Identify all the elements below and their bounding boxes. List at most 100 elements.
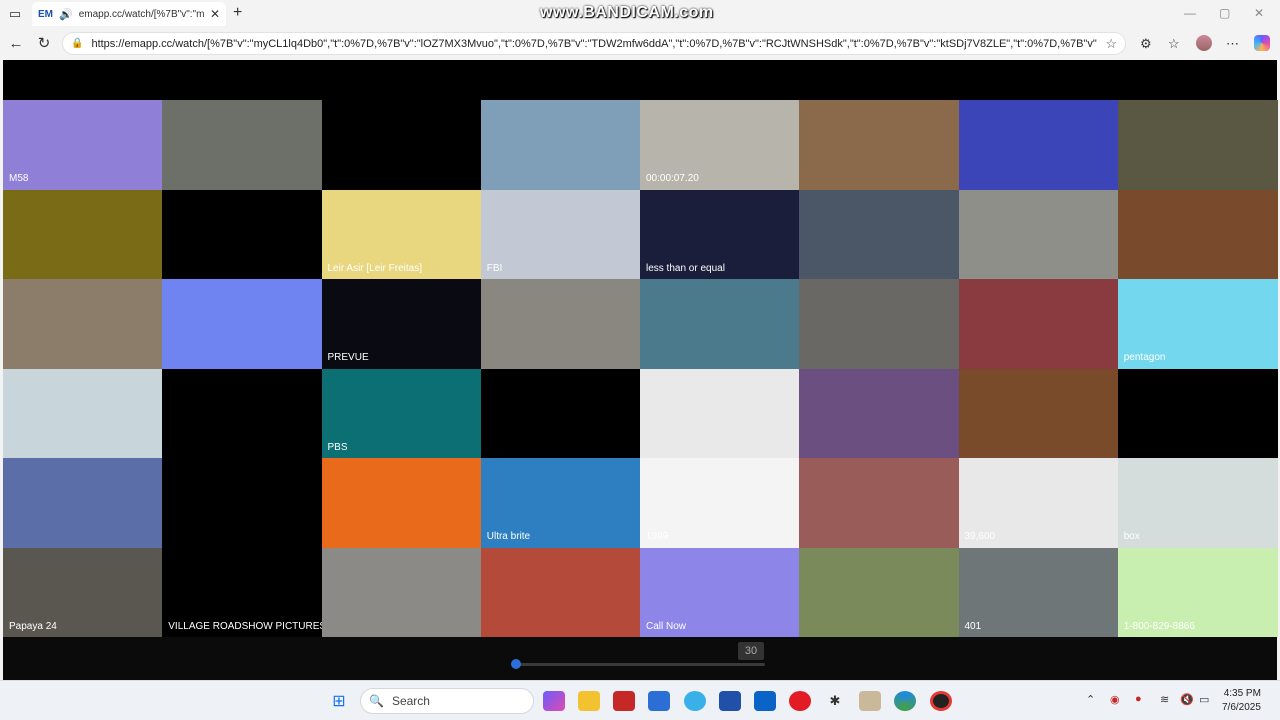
taskbar-search[interactable]: 🔍 Search — [360, 688, 534, 714]
video-tile[interactable] — [799, 547, 960, 638]
minimize-icon[interactable]: — — [1184, 6, 1196, 20]
video-tile[interactable]: Ultra brite — [480, 458, 641, 548]
favorites-icon[interactable]: ☆ — [1168, 36, 1180, 52]
file-explorer-icon[interactable] — [578, 691, 600, 711]
video-tile[interactable]: FBI — [480, 189, 641, 280]
video-tile[interactable] — [958, 279, 1119, 369]
video-tile[interactable]: PBS — [321, 368, 482, 459]
copilot-app-icon[interactable] — [543, 691, 565, 711]
video-tile[interactable] — [799, 368, 960, 459]
video-tile[interactable] — [3, 189, 163, 280]
video-tile[interactable]: Leir Asir [Leir Freitas] — [321, 189, 482, 280]
media-app-icon[interactable] — [859, 691, 881, 711]
video-tile[interactable] — [1117, 368, 1278, 459]
video-tile[interactable]: VILLAGE ROADSHOW PICTURES — [162, 547, 323, 638]
copilot-icon[interactable] — [1254, 35, 1270, 51]
video-tile[interactable] — [480, 279, 641, 369]
video-tile[interactable] — [3, 368, 163, 459]
opera-icon[interactable] — [789, 691, 811, 711]
maximize-icon[interactable]: ▢ — [1219, 6, 1230, 20]
video-tile[interactable] — [321, 100, 482, 190]
app-tray-icon[interactable]: ● — [1135, 693, 1142, 705]
browser-tab[interactable]: EM 🔊 emapp.cc/watch/[%7B"v":"m ✕ — [32, 2, 226, 26]
video-tile[interactable] — [1117, 189, 1278, 280]
outlook-icon[interactable] — [754, 691, 776, 711]
video-tile[interactable] — [958, 368, 1119, 459]
video-tile[interactable] — [799, 279, 960, 369]
video-tile[interactable] — [162, 368, 323, 459]
bandicam-icon[interactable] — [930, 691, 952, 711]
video-tile[interactable] — [480, 368, 641, 459]
time-label: 30 — [738, 642, 764, 660]
video-tile[interactable]: 39,600 — [958, 458, 1119, 548]
plus-icon[interactable]: + — [233, 4, 242, 22]
record-tray-icon[interactable]: ◉ — [1110, 693, 1120, 706]
video-tile[interactable] — [162, 100, 323, 190]
system-clock[interactable]: 4:35 PM 7/6/2025 — [1222, 687, 1261, 715]
video-tile[interactable] — [480, 100, 641, 190]
video-tile[interactable] — [321, 458, 482, 548]
favorite-star-icon[interactable]: ☆ — [1105, 36, 1117, 52]
video-tile[interactable]: 00:00:07.20 — [640, 100, 800, 190]
edge-icon[interactable] — [894, 691, 916, 711]
video-tile[interactable] — [162, 279, 323, 369]
video-tile[interactable]: pentagon — [1117, 279, 1278, 369]
store-icon[interactable] — [648, 691, 670, 711]
utility-icon[interactable]: ✱ — [824, 691, 846, 711]
recording-watermark: www.BANDICAM.com — [540, 4, 714, 21]
address-bar[interactable]: 🔒 https://emapp.cc/watch/[%7B"v":"myCL1l… — [62, 32, 1126, 55]
refresh-icon[interactable]: ↻ — [34, 34, 54, 54]
video-tile-label: 39,600 — [964, 531, 996, 542]
video-tile-label: Papaya 24 — [9, 620, 57, 632]
volume-muted-icon[interactable]: 🔇 — [1180, 693, 1194, 706]
tab-favicon: EM — [38, 8, 53, 20]
windows-start-icon[interactable]: ⊞ — [328, 691, 350, 711]
battery-icon[interactable]: ▭ — [1199, 693, 1209, 706]
video-tile[interactable] — [958, 100, 1119, 190]
video-tile[interactable] — [1117, 100, 1278, 190]
video-tile[interactable] — [3, 458, 163, 548]
video-tile[interactable] — [321, 547, 482, 638]
speaker-icon[interactable]: 🔊 — [59, 8, 73, 21]
video-tile[interactable] — [958, 189, 1119, 280]
seek-bar-track[interactable] — [513, 663, 765, 666]
back-icon[interactable]: ← — [6, 34, 26, 54]
video-tile[interactable]: 401 — [958, 547, 1119, 638]
edge-beta-icon[interactable] — [684, 691, 706, 711]
chevron-up-icon[interactable]: ⌃ — [1086, 693, 1095, 706]
mcafee-icon[interactable] — [613, 691, 635, 711]
video-tile[interactable] — [3, 279, 163, 369]
address-url[interactable]: https://emapp.cc/watch/[%7B"v":"myCL1lq4… — [91, 38, 1097, 50]
sidebar-icon[interactable]: ▭ — [0, 0, 30, 28]
video-tile[interactable]: 1999 — [640, 458, 800, 548]
video-grid: M58 00:00:07.20 Leir Asir [Leir Freitas] FB… — [3, 100, 1278, 638]
video-tile[interactable]: box — [1117, 458, 1278, 548]
site-info-icon[interactable]: 🔒 — [71, 38, 83, 49]
wifi-icon[interactable]: ≋ — [1160, 693, 1169, 706]
extensions-icon[interactable]: ⚙ — [1140, 36, 1152, 52]
video-tile[interactable] — [480, 547, 641, 638]
video-tile[interactable]: PREVUE — [321, 279, 482, 369]
close-icon[interactable]: ✕ — [210, 7, 220, 21]
video-tile[interactable]: less than or equal — [640, 189, 800, 280]
video-tile[interactable] — [162, 189, 323, 280]
video-tile[interactable]: Papaya 24 — [3, 547, 163, 638]
video-tile-label: less than or equal — [646, 262, 725, 274]
video-tile[interactable] — [799, 100, 960, 190]
video-tile-label: 401 — [964, 620, 982, 632]
video-tile[interactable] — [799, 189, 960, 280]
app-icon[interactable] — [719, 691, 741, 711]
profile-avatar[interactable] — [1196, 35, 1212, 51]
video-tile[interactable]: M58 — [3, 100, 163, 190]
more-icon[interactable]: ⋯ — [1226, 36, 1239, 52]
video-tile[interactable]: 1-800-829-8866 — [1117, 547, 1278, 638]
video-tile[interactable] — [640, 368, 800, 459]
search-icon: 🔍 — [369, 694, 384, 708]
video-tile[interactable] — [162, 458, 323, 548]
video-tile[interactable] — [640, 279, 800, 369]
window-close-icon[interactable]: ✕ — [1254, 6, 1264, 20]
seek-bar-thumb[interactable] — [511, 659, 521, 669]
video-tile[interactable] — [799, 458, 960, 548]
video-tile-label: 00:00:07.20 — [646, 173, 699, 184]
video-tile[interactable]: Call Now — [640, 547, 800, 638]
